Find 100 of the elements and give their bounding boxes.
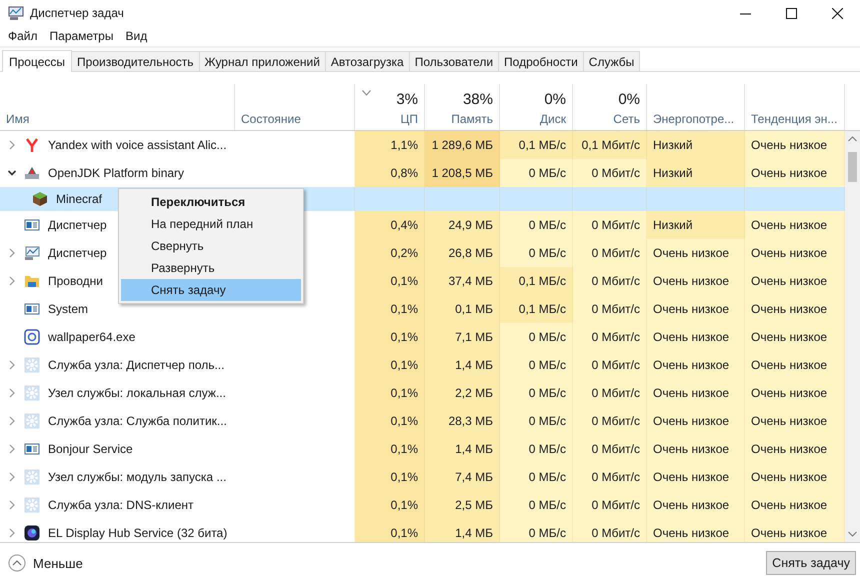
expand-chevron-icon[interactable] (8, 444, 16, 454)
table-cell: 0 МБ/с (528, 166, 566, 180)
column-header[interactable]: Диск (540, 112, 566, 126)
table-cell: 1,4 МБ (455, 442, 493, 456)
table-cell: 0 Мбит/с (592, 442, 640, 456)
table-cell: Очень низкое (751, 470, 828, 484)
process-name: OpenJDK Platform binary (48, 166, 184, 180)
table-cell: 0 Мбит/с (592, 526, 640, 540)
table-cell: 0,1% (390, 442, 418, 456)
table-cell: Очень низкое (653, 442, 730, 456)
menu-item[interactable]: Свернуть (121, 235, 301, 257)
column-header[interactable]: Сеть (613, 112, 640, 126)
table-cell: 0,1 Мбит/с (582, 138, 640, 152)
column-header[interactable]: ЦП (400, 112, 418, 126)
table-cell: 1,4 МБ (455, 358, 493, 372)
table-cell: 0 МБ/с (528, 218, 566, 232)
table-cell: Очень низкое (751, 386, 828, 400)
end-task-button[interactable]: Снять задачу (766, 551, 856, 575)
expand-chevron-icon[interactable] (8, 416, 16, 426)
table-cell: 1 289,6 МБ (432, 138, 493, 152)
process-row[interactable]: Узел службы: локальная служ... 0,1% 2,2 МБ 0 МБ/с 0 Мбит/с Очень низкое Очень низкое (0, 379, 845, 407)
column-header[interactable]: Память (451, 112, 493, 126)
expand-chevron-icon[interactable] (8, 388, 16, 398)
menu-item[interactable]: Переключиться (121, 191, 301, 213)
menu-item[interactable]: Развернуть (121, 257, 301, 279)
table-cell: Низкий (653, 218, 693, 232)
table-cell: 0,1% (390, 526, 418, 540)
column-header[interactable]: Тенденция эн... (751, 112, 838, 126)
folder-icon (24, 273, 40, 289)
tab[interactable]: Пользователи (408, 51, 500, 71)
table-cell: 0 Мбит/с (592, 498, 640, 512)
menu-item[interactable]: Файл (2, 29, 44, 43)
table-cell: Низкий (653, 138, 693, 152)
process-row[interactable]: Служба узла: Диспетчер поль... 0,1% 1,4 МБ 0 МБ/с 0 Мбит/с Очень низкое Очень низкое (0, 351, 845, 379)
expand-chevron-icon[interactable] (8, 528, 16, 538)
scrollbar[interactable] (845, 131, 860, 542)
fewer-details-button[interactable]: Меньше (8, 554, 83, 572)
gear-icon (24, 385, 40, 401)
expand-chevron-icon[interactable] (8, 140, 16, 150)
process-row[interactable]: wallpaper64.exe 0,1% 7,1 МБ 0 МБ/с 0 Мбит/с Очень низкое Очень низкое (0, 323, 845, 351)
table-cell: Очень низкое (751, 138, 828, 152)
window-icon (24, 301, 40, 317)
column-header[interactable]: Энергопотре... (653, 112, 738, 126)
tab[interactable]: Подробности (498, 51, 584, 71)
process-row[interactable]: Bonjour Service 0,1% 1,4 МБ 0 МБ/с 0 Мбит/с Очень низкое Очень низкое (0, 435, 845, 463)
expand-chevron-icon[interactable] (8, 500, 16, 510)
menu-item[interactable]: Параметры (44, 29, 120, 43)
table-cell: 0 Мбит/с (592, 274, 640, 288)
process-name: Служба узла: DNS-клиент (48, 498, 194, 512)
table-cell: Очень низкое (653, 470, 730, 484)
table-cell: Очень низкое (653, 246, 730, 260)
table-cell: 7,1 МБ (455, 330, 493, 344)
table-cell: 0 МБ/с (528, 498, 566, 512)
table-cell: 0 Мбит/с (592, 330, 640, 344)
table-cell: Очень низкое (751, 498, 828, 512)
process-row[interactable]: Служба узла: Служба политик... 0,1% 28,3 МБ 0 МБ/с 0 Мбит/с Очень низкое Очень низкое (0, 407, 845, 435)
table-cell: 0 МБ/с (528, 442, 566, 456)
table-cell: 0,1% (390, 302, 418, 316)
maximize-icon (786, 8, 796, 18)
process-row[interactable]: Yandex with voice assistant Alic... 1,1% 1 289,6 МБ 0,1 МБ/с 0,1 Мбит/с Низкий Очень низкое (0, 131, 845, 159)
scroll-down-icon[interactable] (848, 531, 857, 537)
process-row[interactable]: OpenJDK Platform binary 0,8% 1 208,5 МБ 0 МБ/с 0 Мбит/с Низкий Очень низкое (0, 159, 845, 187)
process-row[interactable]: EL Display Hub Service (32 бита) 0,1% 1,4 МБ 0 МБ/с 0 Мбит/с Очень низкое Очень низкое (0, 519, 845, 542)
table-cell: 0,1 МБ/с (518, 138, 566, 152)
tab[interactable]: Службы (582, 51, 640, 71)
process-row[interactable]: Узел службы: модуль запуска ... 0,1% 7,4 МБ 0 МБ/с 0 Мбит/с Очень низкое Очень низкое (0, 463, 845, 491)
collapse-chevron-icon[interactable] (8, 168, 16, 178)
scroll-up-icon[interactable] (848, 136, 857, 142)
table-cell: 24,9 МБ (448, 218, 493, 232)
table-cell: Очень низкое (751, 442, 828, 456)
tab[interactable]: Процессы (2, 50, 72, 72)
expand-chevron-icon[interactable] (8, 360, 16, 370)
menu-item[interactable]: На передний план (121, 213, 301, 235)
table-cell: 0,1% (390, 414, 418, 428)
table-cell: 0,1% (390, 274, 418, 288)
table-cell: 0,1% (390, 470, 418, 484)
column-header[interactable]: Имя (6, 112, 228, 126)
expand-chevron-icon[interactable] (8, 248, 16, 258)
expand-chevron-icon[interactable] (8, 276, 16, 286)
table-cell: 0,1 МБ (455, 302, 493, 316)
menu-item[interactable]: Снять задачу (121, 279, 301, 301)
tab[interactable]: Производительность (71, 51, 200, 71)
tab[interactable]: Журнал приложений (198, 51, 326, 71)
table-cell: 0,1 МБ/с (518, 302, 566, 316)
expand-chevron-icon[interactable] (8, 472, 16, 482)
table-cell: 0 Мбит/с (592, 246, 640, 260)
tab[interactable]: Автозагрузка (324, 51, 410, 71)
table-cell: 0 МБ/с (528, 358, 566, 372)
table-cell: 26,8 МБ (448, 246, 493, 260)
scrollbar-thumb[interactable] (848, 152, 857, 182)
process-row[interactable]: Служба узла: DNS-клиент 0,1% 2,5 МБ 0 МБ/с 0 Мбит/с Очень низкое Очень низкое (0, 491, 845, 519)
table-cell: 0 МБ/с (528, 246, 566, 260)
table-cell: Очень низкое (751, 414, 828, 428)
column-header[interactable]: Состояние (241, 112, 348, 126)
sort-chevron-icon[interactable] (362, 90, 371, 96)
gear-icon (24, 413, 40, 429)
menu-item[interactable]: Вид (119, 29, 154, 43)
yandex-logo-icon (24, 137, 40, 153)
table-cell: 0 Мбит/с (592, 358, 640, 372)
table-cell: Очень низкое (751, 166, 828, 180)
